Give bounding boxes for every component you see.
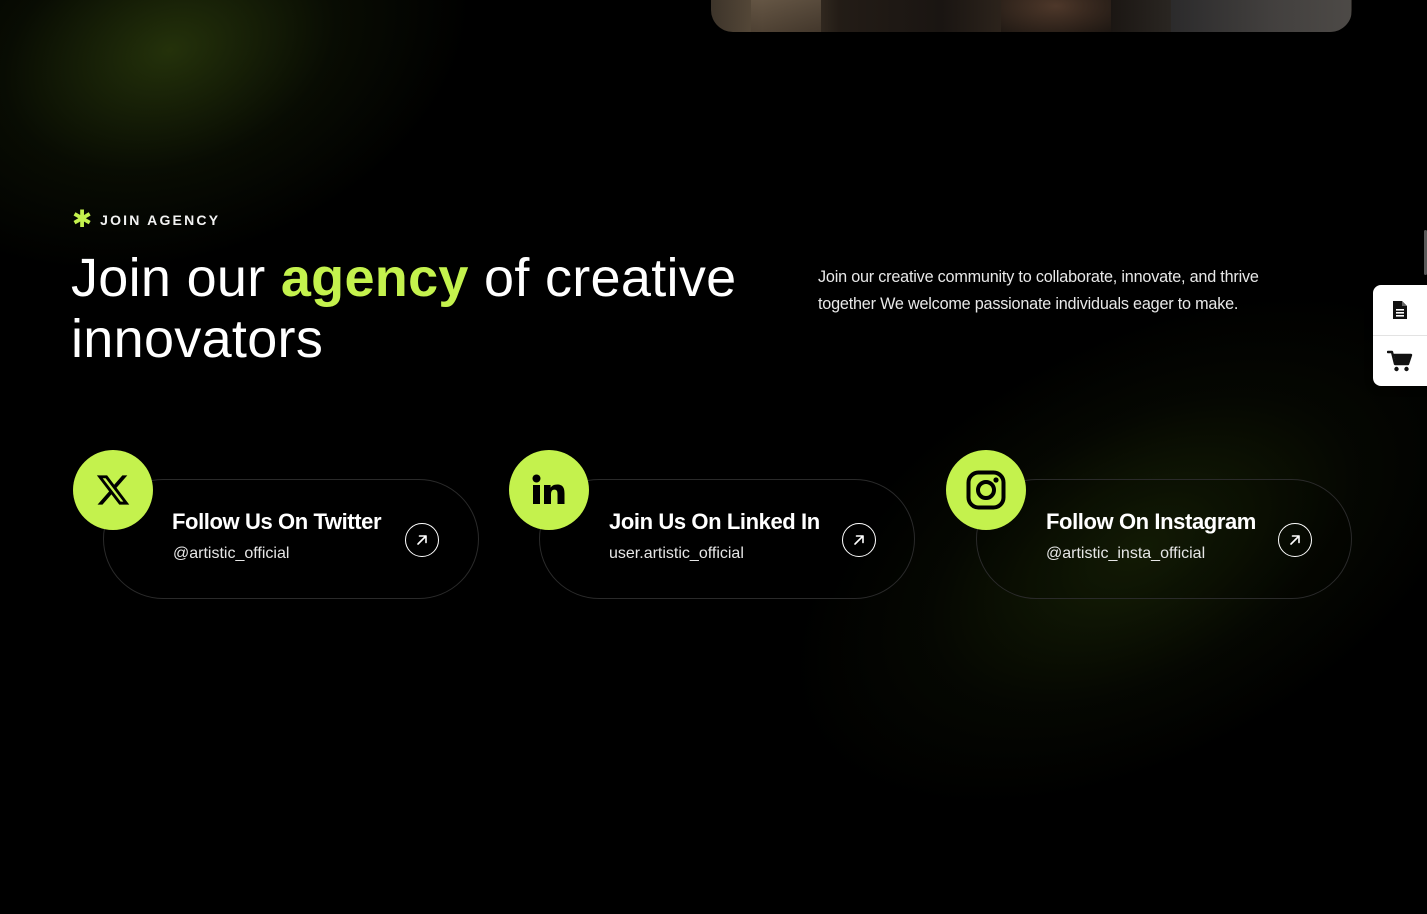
twitter-card-title[interactable]: Follow Us On Twitter [172, 509, 382, 535]
asterisk-icon: ✱ [72, 206, 93, 233]
instagram-card-handle: @artistic_insta_official [1046, 545, 1206, 562]
cart-icon[interactable] [1373, 336, 1427, 386]
linkedin-icon[interactable] [509, 450, 589, 530]
instagram-card-title[interactable]: Follow On Instagram [1046, 509, 1256, 535]
arrow-up-right-icon[interactable] [1278, 523, 1312, 557]
headline-start: Join our [71, 248, 281, 308]
arrow-up-right-icon[interactable] [405, 523, 439, 557]
x-twitter-icon[interactable] [73, 450, 153, 530]
linkedin-card-title[interactable]: Join Us On Linked In [609, 509, 820, 535]
document-icon[interactable] [1373, 285, 1427, 335]
instagram-icon[interactable] [946, 450, 1026, 530]
hero-photo [711, 0, 1352, 32]
side-widget [1373, 285, 1427, 386]
section-description: Join our creative community to collabora… [818, 268, 1259, 313]
arrow-up-right-icon[interactable] [842, 523, 876, 557]
linkedin-card-handle: user.artistic_official [609, 545, 744, 562]
section-eyebrow: ✱ JOIN AGENCY [72, 206, 221, 233]
section-headline: Join our agency of creative innovators [71, 248, 771, 370]
eyebrow-label: JOIN AGENCY [100, 212, 221, 228]
headline-highlight: agency [280, 248, 469, 308]
twitter-card-handle: @artistic_official [173, 545, 290, 562]
